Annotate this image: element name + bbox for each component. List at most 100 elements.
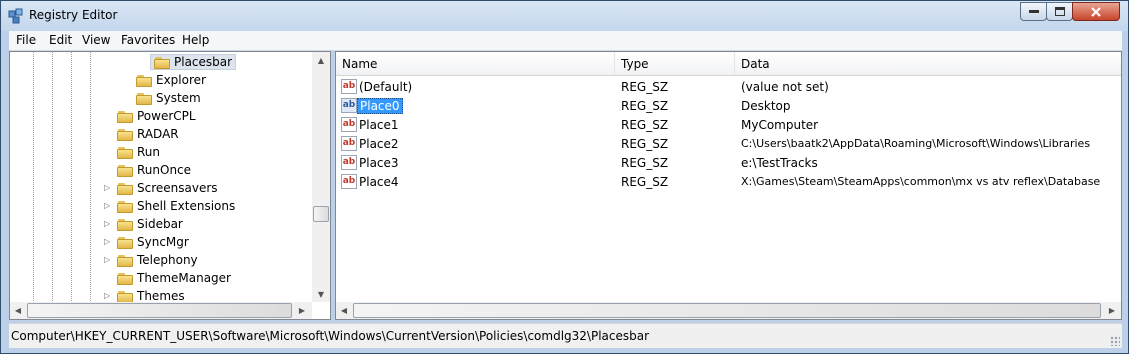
tree-item-run[interactable]: Run <box>117 143 160 161</box>
tree-item-system[interactable]: System <box>136 89 201 107</box>
list-header: Name Type Data <box>336 52 1121 76</box>
scroll-right-icon[interactable]: ▶ <box>294 302 310 319</box>
tree-item-shell-extensions[interactable]: Shell Extensions <box>117 197 235 215</box>
scroll-up-icon[interactable]: ▲ <box>312 52 330 68</box>
menu-file[interactable]: File <box>16 33 36 47</box>
tree-item-powercpl[interactable]: PowerCPL <box>117 107 196 125</box>
tree-item-label: Explorer <box>156 73 206 87</box>
tree-item-label: Themes <box>137 289 185 303</box>
tree-item-label: Run <box>137 145 161 159</box>
list-row-place4[interactable]: ab Place4 REG_SZ X:\Games\Steam\SteamApp… <box>336 172 1121 191</box>
tree-item-label: Placesbar <box>174 55 233 69</box>
tree-guide-line <box>90 52 91 319</box>
folder-icon <box>154 56 170 69</box>
resize-grip-icon[interactable] <box>1110 336 1120 346</box>
window-title: Registry Editor <box>29 8 118 22</box>
status-bar: Computer\HKEY_CURRENT_USER\Software\Micr… <box>9 323 1122 348</box>
registry-values-list[interactable]: Name Type Data ab (Default) REG_SZ (valu… <box>335 51 1122 320</box>
tree-vertical-scrollbar[interactable]: ▲ ▼ <box>312 52 330 302</box>
expand-arrow-icon[interactable]: ▷ <box>104 292 112 300</box>
tree-item-label: Telephony <box>137 253 198 267</box>
column-header-name[interactable]: Name <box>336 52 615 75</box>
value-type: REG_SZ <box>621 99 669 113</box>
expand-arrow-icon[interactable]: ▷ <box>104 256 112 264</box>
tree-item-label: Sidebar <box>137 217 183 231</box>
tree-item-label: ThemeManager <box>137 271 231 285</box>
value-name: Place4 <box>359 175 399 189</box>
tree-item-screensavers[interactable]: Screensavers <box>117 179 218 197</box>
menu-bar: File Edit View Favorites Help <box>9 31 1122 51</box>
folder-icon <box>117 128 133 141</box>
scroll-thumb[interactable] <box>353 303 1101 318</box>
value-type: REG_SZ <box>621 156 669 170</box>
tree-item-sidebar[interactable]: Sidebar <box>117 215 183 233</box>
string-value-icon: ab <box>341 98 357 113</box>
expand-arrow-icon[interactable]: ▷ <box>104 220 112 228</box>
list-row-place3[interactable]: ab Place3 REG_SZ e:\TestTracks <box>336 153 1121 172</box>
folder-icon <box>117 236 133 249</box>
list-row-place1[interactable]: ab Place1 REG_SZ MyComputer <box>336 115 1121 134</box>
registry-key-tree[interactable]: Placesbar Explorer System PowerCPL RADAR… <box>9 51 331 320</box>
scroll-down-icon[interactable]: ▼ <box>312 286 330 302</box>
scroll-thumb[interactable] <box>313 206 329 222</box>
value-data: X:\Games\Steam\SteamApps\common\mx vs at… <box>741 175 1101 188</box>
tree-item-label: PowerCPL <box>137 109 196 123</box>
tree-item-label: RADAR <box>137 127 179 141</box>
value-type: REG_SZ <box>621 118 669 132</box>
expand-arrow-icon[interactable]: ▷ <box>104 184 112 192</box>
tree-guide-line <box>71 52 72 319</box>
folder-icon <box>117 218 133 231</box>
menu-help[interactable]: Help <box>182 33 209 47</box>
list-row-place0[interactable]: ab Place0 REG_SZ Desktop <box>336 96 1121 115</box>
folder-icon <box>117 290 133 303</box>
scroll-thumb[interactable] <box>27 303 292 318</box>
folder-icon <box>117 164 133 177</box>
tree-item-runonce[interactable]: RunOnce <box>117 161 191 179</box>
value-data: C:\Users\baatk2\AppData\Roaming\Microsof… <box>741 137 1091 150</box>
folder-icon <box>117 146 133 159</box>
column-header-data[interactable]: Data <box>735 52 1121 75</box>
scroll-left-icon[interactable]: ◀ <box>336 302 352 319</box>
expand-arrow-icon[interactable]: ▷ <box>104 238 112 246</box>
folder-icon <box>117 110 133 123</box>
folder-icon <box>117 254 133 267</box>
value-name: Place2 <box>359 137 399 151</box>
value-name-selected: Place0 <box>357 98 403 114</box>
status-path: Computer\HKEY_CURRENT_USER\Software\Micr… <box>11 329 650 343</box>
value-type: REG_SZ <box>621 175 669 189</box>
tree-item-placesbar[interactable]: Placesbar <box>150 53 237 71</box>
list-row-place2[interactable]: ab Place2 REG_SZ C:\Users\baatk2\AppData… <box>336 134 1121 153</box>
registry-icon <box>8 8 23 24</box>
column-header-type[interactable]: Type <box>615 52 735 75</box>
menu-edit[interactable]: Edit <box>49 33 72 47</box>
list-row-default[interactable]: ab (Default) REG_SZ (value not set) <box>336 77 1121 96</box>
value-data: (value not set) <box>741 80 829 94</box>
folder-icon <box>136 74 152 87</box>
menu-favorites[interactable]: Favorites <box>121 33 175 47</box>
minimize-button[interactable] <box>1020 2 1047 21</box>
minimize-icon <box>1028 9 1039 13</box>
registry-editor-window: Registry Editor File Edit View Favorites… <box>0 0 1129 354</box>
tree-guide-line <box>52 52 53 319</box>
folder-icon <box>117 182 133 195</box>
title-bar[interactable]: Registry Editor <box>1 1 1128 31</box>
list-horizontal-scrollbar[interactable]: ◀ ▶ <box>336 302 1121 319</box>
close-button[interactable] <box>1072 2 1120 21</box>
scroll-left-icon[interactable]: ◀ <box>10 302 26 319</box>
close-icon <box>1091 6 1101 17</box>
tree-item-label: SyncMgr <box>137 235 189 249</box>
tree-item-syncmgr[interactable]: SyncMgr <box>117 233 189 251</box>
folder-icon <box>117 200 133 213</box>
tree-item-label: Screensavers <box>137 181 218 195</box>
menu-view[interactable]: View <box>82 33 110 47</box>
value-data: MyComputer <box>741 118 819 132</box>
tree-item-telephony[interactable]: Telephony <box>117 251 198 269</box>
tree-item-thememanager[interactable]: ThemeManager <box>117 269 231 287</box>
tree-item-radar[interactable]: RADAR <box>117 125 179 143</box>
scroll-right-icon[interactable]: ▶ <box>1104 302 1120 319</box>
expand-arrow-icon[interactable]: ▷ <box>104 202 112 210</box>
maximize-button[interactable] <box>1046 2 1073 21</box>
tree-horizontal-scrollbar[interactable]: ◀ ▶ <box>10 302 312 319</box>
tree-item-label: Shell Extensions <box>137 199 236 213</box>
tree-item-explorer[interactable]: Explorer <box>136 71 206 89</box>
